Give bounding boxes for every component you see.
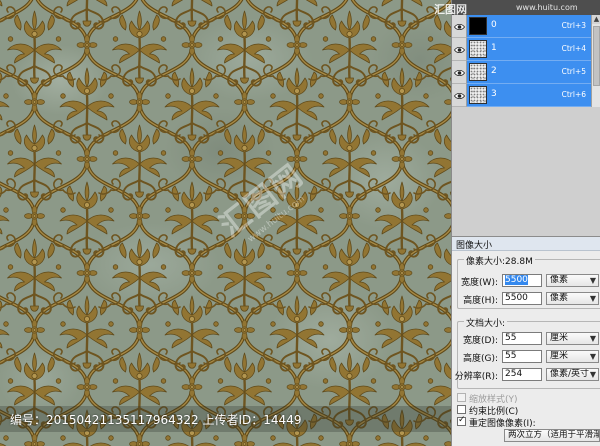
channel-thumbnail [469,86,487,104]
top-watermark-url: www.huitu.com [516,3,578,12]
channel-name: 1 [491,43,497,53]
pixel-height-unit: 像素 [550,293,569,303]
pixel-width-unit-select[interactable]: 像素 ▼ [546,274,599,287]
image-size-dialog: 图像大小 像素大小:28.8M 宽度(W): 5500 像素 ▼ 高度(H): … [452,236,600,446]
channel-thumbnail [469,17,487,35]
constrain-proportions-checkbox[interactable]: ✓ [457,405,466,414]
document-height-label: 高度(G): [462,354,498,364]
channel-shortcut: Ctrl+3 [561,21,586,30]
channel-shortcut: Ctrl+4 [561,44,586,53]
dialog-title: 图像大小 [456,241,493,251]
pixel-height-label: 高度(H): [463,296,498,306]
pixel-dimensions-legend: 像素大小:28.8M [464,254,535,267]
eye-icon [454,46,465,54]
document-width-input[interactable]: 55 [502,332,542,345]
eye-icon [454,92,465,100]
visibility-toggle[interactable] [452,61,467,84]
channel-thumbnail [469,40,487,58]
chevron-down-icon: ▼ [589,276,596,285]
pixel-height-value: 5500 [505,293,528,303]
pixel-width-unit: 像素 [550,275,569,285]
arrow-up-icon[interactable]: ▲ [592,15,600,24]
document-height-input[interactable]: 55 [502,350,542,363]
resolution-value: 254 [505,369,523,379]
chevron-down-icon: ▼ [589,294,596,303]
channel-name: 3 [491,89,497,99]
channels-scrollbar[interactable]: ▲ [591,15,600,107]
channel-row[interactable]: 0 Ctrl+3 [452,15,591,38]
top-watermark-site: 汇图网 [434,3,467,16]
channel-row[interactable]: 2 Ctrl+5 [452,61,591,84]
document-height-value: 55 [505,351,517,361]
eye-icon [454,23,465,31]
channel-shortcut: Ctrl+6 [561,90,586,99]
channel-name: 0 [491,20,497,30]
resample-method-select[interactable]: 两次立方（适用于平滑渐变） [504,429,600,442]
dialog-titlebar[interactable]: 图像大小 [452,237,600,251]
channel-thumbnail [469,63,487,81]
channel-row-body[interactable]: 0 Ctrl+3 [467,15,591,38]
pixel-width-value: 5500 [505,275,528,285]
visibility-toggle[interactable] [452,15,467,38]
resolution-unit-select[interactable]: 像素/英寸 ▼ [546,368,599,381]
pixel-height-unit-select[interactable]: 像素 ▼ [546,292,599,305]
pixel-width-label: 宽度(W): [461,278,498,288]
document-height-unit-select[interactable]: 厘米 ▼ [546,350,599,363]
upload-caption: 编号：20150421135117964322 上传者ID：14449 [10,413,302,427]
resolution-unit: 像素/英寸 [550,369,590,379]
channel-row-body[interactable]: 2 Ctrl+5 [467,61,591,84]
document-width-value: 55 [505,333,517,343]
channel-name: 2 [491,66,497,76]
resample-image-label: 重定图像像素(I): [469,419,536,429]
document-width-label: 宽度(D): [463,336,498,346]
channel-row[interactable]: 3 Ctrl+6 [452,84,591,107]
visibility-toggle[interactable] [452,84,467,107]
document-height-unit: 厘米 [550,351,569,361]
channel-row-body[interactable]: 1 Ctrl+4 [467,38,591,61]
channels-panel: 0 Ctrl+3 1 Ctrl+4 2 Ctrl+5 3 Ctrl+6 ▲ 图像… [451,0,600,446]
channel-shortcut: Ctrl+5 [561,67,586,76]
damask-pattern [0,0,451,446]
chevron-down-icon: ▼ [589,334,596,343]
scale-styles-checkbox: ✓ [457,393,466,402]
resample-method-value: 两次立方（适用于平滑渐变） [508,430,600,440]
document-size-legend: 文档大小: [464,316,508,329]
visibility-toggle[interactable] [452,38,467,61]
document-width-unit: 厘米 [550,333,569,343]
pixel-height-input[interactable]: 5500 [502,292,542,305]
chevron-down-icon: ▼ [589,352,596,361]
resolution-label: 分辨率(R): [454,372,498,382]
channel-row[interactable]: 1 Ctrl+4 [452,38,591,61]
eye-icon [454,69,465,77]
channel-row-body[interactable]: 3 Ctrl+6 [467,84,591,107]
resolution-input[interactable]: 254 [502,368,542,381]
chevron-down-icon: ▼ [589,370,596,379]
document-width-unit-select[interactable]: 厘米 ▼ [546,332,599,345]
document-canvas[interactable]: 汇图网 www.huitu.com 编号：2015042113511796432… [0,0,451,446]
scrollbar-thumb[interactable] [593,26,600,86]
pixel-width-input[interactable]: 5500 [502,274,542,287]
resample-image-checkbox[interactable]: ✓ [457,415,466,426]
